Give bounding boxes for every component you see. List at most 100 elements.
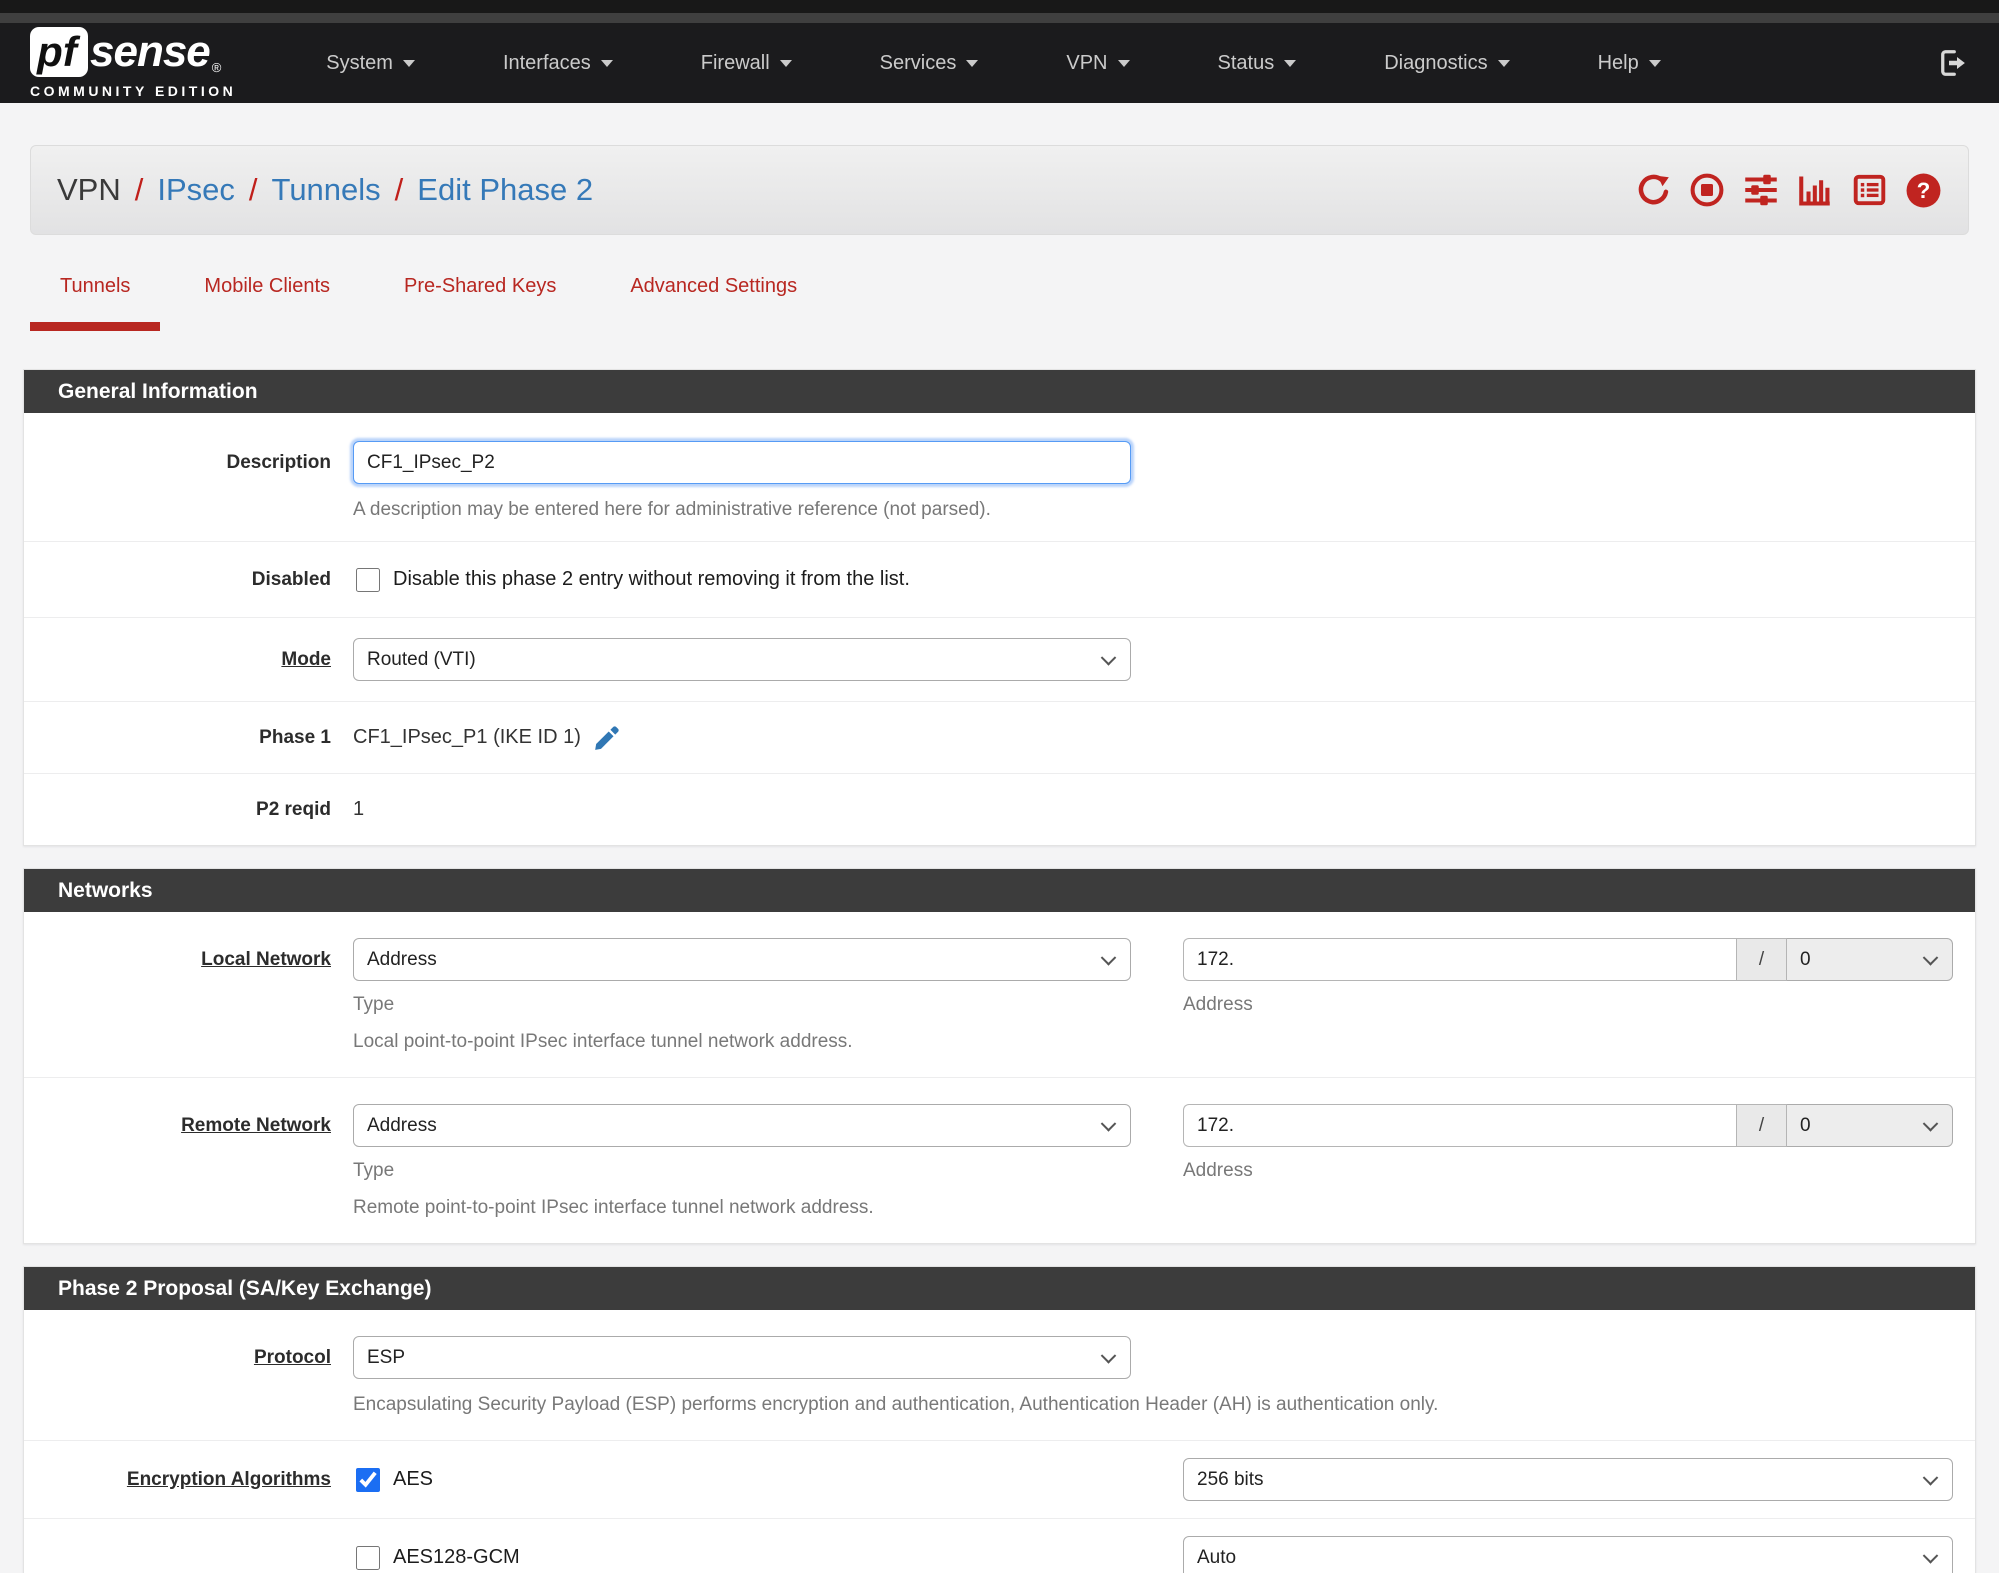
breadcrumb-tunnels[interactable]: Tunnels bbox=[272, 172, 381, 208]
chevron-down-icon bbox=[1648, 59, 1661, 67]
mode-select[interactable]: Routed (VTI) bbox=[353, 638, 1131, 681]
form-row-disabled: Disabled Disable this phase 2 entry with… bbox=[24, 542, 1975, 618]
nav-item-help[interactable]: Help bbox=[1554, 52, 1705, 75]
pf-logo-mark: pf bbox=[30, 27, 88, 77]
breadcrumb-bar: VPN / IPsec / Tunnels / Edit Phase 2 ? bbox=[30, 145, 1969, 235]
breadcrumb-vpn: VPN bbox=[57, 172, 121, 207]
panel-title-general-information: General Information bbox=[24, 370, 1975, 413]
edit-pencil-icon[interactable] bbox=[593, 723, 622, 752]
tab-mobile-clients[interactable]: Mobile Clients bbox=[174, 275, 360, 331]
chevron-down-icon bbox=[1497, 59, 1510, 67]
help-icon[interactable]: ? bbox=[1905, 172, 1942, 209]
chevron-down-icon bbox=[402, 59, 415, 67]
protocol-select[interactable]: ESP bbox=[353, 1336, 1131, 1379]
form-row-p2reqid: P2 reqid 1 bbox=[24, 774, 1975, 845]
panel-networks: Networks Local Network Address Type Loca… bbox=[23, 868, 1976, 1244]
local-network-type-select[interactable]: Address bbox=[353, 938, 1131, 981]
chevron-down-icon bbox=[1284, 59, 1297, 67]
tab-bar: Tunnels Mobile Clients Pre-Shared Keys A… bbox=[30, 275, 1969, 331]
refresh-icon[interactable] bbox=[1635, 172, 1672, 208]
disabled-checkbox-label: Disable this phase 2 entry without remov… bbox=[393, 568, 910, 590]
aes128gcm-keylength-select[interactable]: Auto bbox=[1183, 1536, 1953, 1573]
nav-item-vpn[interactable]: VPN bbox=[1022, 52, 1173, 75]
local-network-help: Local point-to-point IPsec interface tun… bbox=[353, 1031, 853, 1052]
description-input[interactable] bbox=[353, 441, 1131, 484]
nav-item-system[interactable]: System bbox=[282, 52, 459, 75]
remote-network-address-caption: Address bbox=[1183, 1160, 1253, 1181]
log-icon[interactable] bbox=[1851, 172, 1888, 208]
window-chrome-band bbox=[0, 13, 1999, 23]
chevron-down-icon bbox=[779, 59, 792, 67]
window-chrome-strip bbox=[0, 0, 1999, 13]
breadcrumb-ipsec[interactable]: IPsec bbox=[157, 172, 235, 208]
address-prefix-separator: / bbox=[1736, 938, 1787, 981]
tab-tunnels[interactable]: Tunnels bbox=[30, 275, 161, 331]
phase1-value: CF1_IPsec_P1 (IKE ID 1) bbox=[353, 726, 581, 748]
form-row-local-network: Local Network Address Type Local point-t… bbox=[24, 912, 1975, 1078]
remote-network-type-caption: Type bbox=[353, 1160, 395, 1181]
panel-title-networks: Networks bbox=[24, 869, 1975, 912]
nav-item-diagnostics[interactable]: Diagnostics bbox=[1340, 52, 1553, 75]
form-row-remote-network: Remote Network Address Type Remote point… bbox=[24, 1078, 1975, 1243]
panel-phase2-proposal: Phase 2 Proposal (SA/Key Exchange) Proto… bbox=[23, 1266, 1976, 1573]
protocol-label: Protocol bbox=[253, 1347, 331, 1368]
nav-item-interfaces[interactable]: Interfaces bbox=[459, 52, 657, 75]
pfsense-edit-phase2-page: pf sense ® COMMUNITY EDITION System Inte… bbox=[0, 0, 1999, 1573]
address-prefix-separator: / bbox=[1736, 1104, 1787, 1147]
encryption-algorithms-label: Encryption Algorithms bbox=[126, 1469, 331, 1490]
description-help: A description may be entered here for ad… bbox=[353, 499, 991, 520]
aes-checkbox[interactable] bbox=[356, 1467, 380, 1492]
remote-network-label: Remote Network bbox=[181, 1115, 331, 1136]
form-row-phase1: Phase 1 CF1_IPsec_P1 (IKE ID 1) bbox=[24, 702, 1975, 774]
aes-checkbox-label: AES bbox=[393, 1468, 434, 1490]
aes128gcm-checkbox-label: AES128-GCM bbox=[393, 1546, 520, 1568]
aes128gcm-checkbox[interactable] bbox=[356, 1545, 380, 1570]
panel-general-information: General Information Description A descri… bbox=[23, 369, 1976, 846]
sliders-icon[interactable] bbox=[1742, 172, 1780, 208]
main-menu: System Interfaces Firewall Services VPN … bbox=[282, 52, 1704, 75]
local-network-address-input[interactable] bbox=[1183, 938, 1736, 981]
logo-wordmark: sense bbox=[90, 27, 211, 76]
tab-advanced-settings[interactable]: Advanced Settings bbox=[600, 275, 827, 331]
aes-keylength-select[interactable]: 256 bits bbox=[1183, 1458, 1953, 1501]
form-row-protocol: Protocol ESP Encapsulating Security Payl… bbox=[24, 1310, 1975, 1441]
form-row-description: Description A description may be entered… bbox=[24, 413, 1975, 542]
protocol-help: Encapsulating Security Payload (ESP) per… bbox=[353, 1394, 1439, 1415]
nav-item-firewall[interactable]: Firewall bbox=[657, 52, 836, 75]
remote-network-prefix-select[interactable]: 0 bbox=[1787, 1104, 1953, 1147]
local-network-address-caption: Address bbox=[1183, 994, 1253, 1015]
p2reqid-label: P2 reqid bbox=[256, 799, 331, 820]
tab-pre-shared-keys[interactable]: Pre-Shared Keys bbox=[374, 275, 586, 331]
chevron-down-icon bbox=[1117, 59, 1130, 67]
bar-chart-icon[interactable] bbox=[1797, 172, 1834, 208]
phase1-label: Phase 1 bbox=[259, 727, 331, 748]
p2reqid-value: 1 bbox=[353, 798, 365, 820]
remote-network-help: Remote point-to-point IPsec interface tu… bbox=[353, 1197, 874, 1218]
chevron-down-icon bbox=[966, 59, 979, 67]
breadcrumb-separator: / bbox=[134, 172, 144, 207]
registered-mark: ® bbox=[211, 60, 222, 75]
form-row-mode: Mode Routed (VTI) bbox=[24, 618, 1975, 702]
chevron-down-icon bbox=[600, 59, 613, 67]
remote-network-type-select[interactable]: Address bbox=[353, 1104, 1131, 1147]
disabled-checkbox[interactable] bbox=[356, 567, 380, 592]
nav-item-status[interactable]: Status bbox=[1174, 52, 1341, 75]
panel-title-phase2-proposal: Phase 2 Proposal (SA/Key Exchange) bbox=[24, 1267, 1975, 1310]
breadcrumb-edit-phase-2[interactable]: Edit Phase 2 bbox=[417, 172, 593, 208]
logo-subtitle: COMMUNITY EDITION bbox=[30, 83, 237, 99]
stop-circle-icon[interactable] bbox=[1689, 172, 1725, 208]
pfsense-logo[interactable]: pf sense ® COMMUNITY EDITION bbox=[30, 27, 236, 99]
disabled-label: Disabled bbox=[251, 569, 331, 590]
description-label: Description bbox=[226, 452, 331, 473]
page-action-icons: ? bbox=[1635, 172, 1942, 209]
sign-out-icon[interactable] bbox=[1937, 48, 1969, 78]
nav-item-services[interactable]: Services bbox=[836, 52, 1023, 75]
top-navbar: pf sense ® COMMUNITY EDITION System Inte… bbox=[0, 23, 1999, 103]
breadcrumb-separator: / bbox=[394, 172, 404, 207]
form-row-encryption-aes128gcm: AES128-GCM Auto bbox=[24, 1519, 1975, 1573]
local-network-prefix-select[interactable]: 0 bbox=[1787, 938, 1953, 981]
mode-label: Mode bbox=[281, 649, 331, 670]
svg-text:?: ? bbox=[1917, 178, 1931, 203]
local-network-label: Local Network bbox=[201, 949, 331, 970]
remote-network-address-input[interactable] bbox=[1183, 1104, 1736, 1147]
